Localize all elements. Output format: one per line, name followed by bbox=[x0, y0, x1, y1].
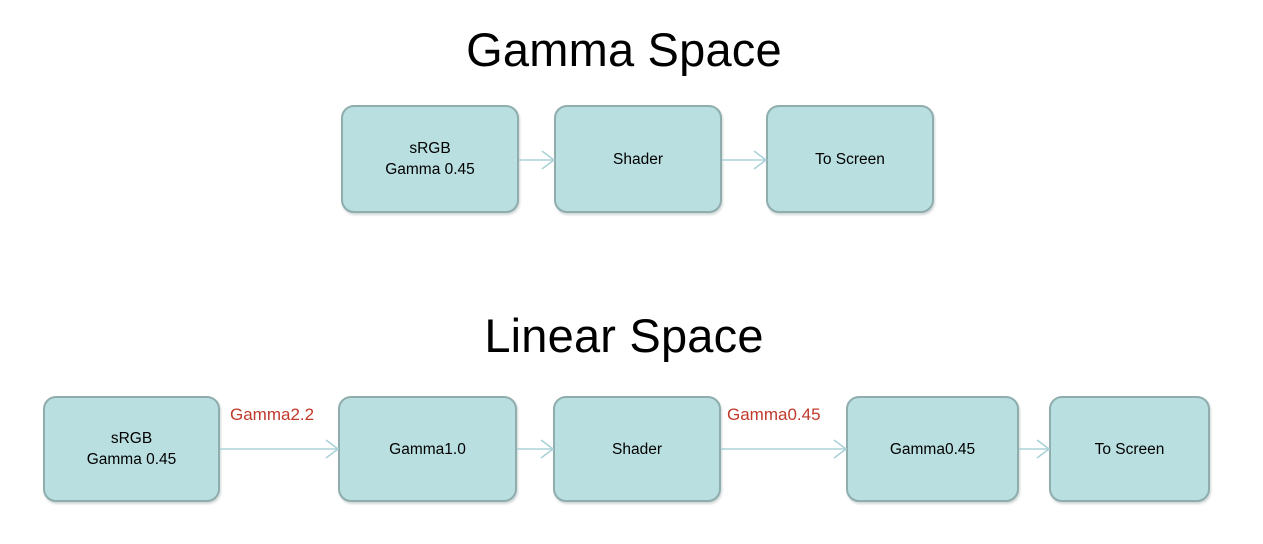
edge-label-gamma-2-2: Gamma2.2 bbox=[230, 405, 315, 424]
node-gamma-srgb[interactable]: sRGB Gamma 0.45 bbox=[341, 105, 519, 213]
diagram-canvas: Gamma Space sRGB Gamma 0.45 Shader To Sc… bbox=[0, 0, 1263, 544]
node-label: Shader bbox=[613, 150, 663, 168]
node-gamma-to-screen[interactable]: To Screen bbox=[766, 105, 934, 213]
node-linear-gamma-045[interactable]: Gamma0.45 bbox=[846, 396, 1019, 502]
arrow-linear-shader-to-gamma045 bbox=[721, 436, 848, 462]
arrow-linear-srgb-to-gamma1 bbox=[220, 436, 340, 462]
node-linear-srgb[interactable]: sRGB Gamma 0.45 bbox=[43, 396, 220, 502]
arrow-linear-gamma045-to-screen bbox=[1019, 436, 1051, 462]
arrow-linear-gamma1-to-shader bbox=[517, 436, 555, 462]
node-label: To Screen bbox=[815, 150, 885, 168]
node-label: Shader bbox=[612, 440, 662, 458]
node-linear-to-screen[interactable]: To Screen bbox=[1049, 396, 1210, 502]
node-label: sRGB Gamma 0.45 bbox=[86, 430, 177, 468]
node-linear-gamma-1[interactable]: Gamma1.0 bbox=[338, 396, 517, 502]
section-title-gamma-space: Gamma Space bbox=[466, 23, 782, 76]
node-label: sRGB Gamma 0.45 bbox=[385, 140, 475, 178]
node-linear-shader[interactable]: Shader bbox=[553, 396, 721, 502]
edge-label-gamma-0-45: Gamma0.45 bbox=[727, 405, 821, 424]
node-label: Gamma0.45 bbox=[889, 440, 976, 458]
node-label: To Screen bbox=[1094, 440, 1165, 458]
arrow-gamma-shader-to-screen bbox=[722, 147, 768, 173]
node-gamma-shader[interactable]: Shader bbox=[554, 105, 722, 213]
node-label: Gamma1.0 bbox=[389, 440, 466, 458]
arrow-gamma-srgb-to-shader bbox=[519, 147, 556, 173]
section-title-linear-space: Linear Space bbox=[484, 309, 764, 362]
